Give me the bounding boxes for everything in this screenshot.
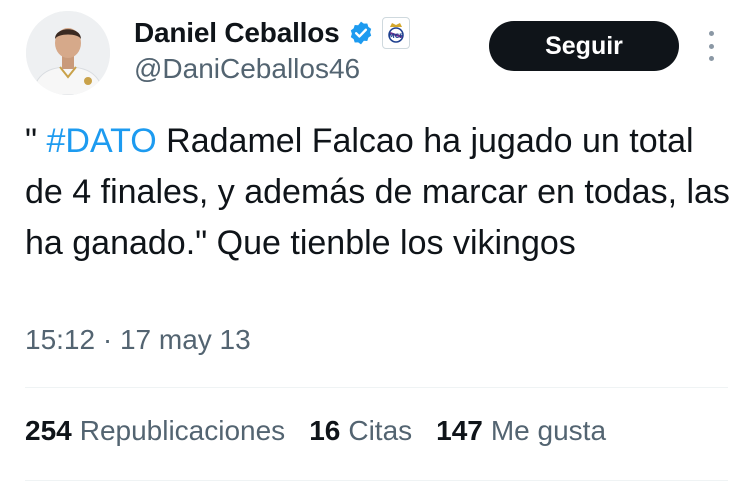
avatar[interactable] [26,11,110,95]
tweet-text-prefix: " [25,122,47,160]
follow-button[interactable]: Seguir [489,21,679,71]
reposts-stat[interactable]: 254 Republicaciones [25,415,285,447]
tweet-timestamp[interactable]: 15:12 · 17 may 13 [25,324,251,356]
reposts-label: Republicaciones [79,415,286,446]
engagement-stats: 254 Republicaciones 16 Citas 147 Me gust… [25,415,606,447]
likes-stat[interactable]: 147 Me gusta [436,415,606,447]
reposts-count: 254 [25,415,72,446]
quotes-stat[interactable]: 16 Citas [309,415,412,447]
real-madrid-crest-icon[interactable]: MCF [381,17,410,49]
likes-count: 147 [436,415,483,446]
svg-text:MCF: MCF [388,33,402,40]
author-handle[interactable]: @DaniCeballos46 [134,53,360,85]
tweet-text: " #DATO Radamel Falcao ha jugado un tota… [25,116,740,269]
quotes-label: Citas [348,415,413,446]
likes-label: Me gusta [490,415,607,446]
hashtag-link[interactable]: #DATO [47,122,157,160]
avatar-photo [26,11,110,95]
quotes-count: 16 [309,415,341,446]
author-display-name[interactable]: Daniel Ceballos [134,17,340,49]
verified-badge-icon[interactable] [348,20,374,46]
author-name-row: Daniel Ceballos MCF [134,13,410,53]
divider [25,480,728,481]
divider [25,387,728,388]
more-options-icon[interactable] [702,31,720,61]
